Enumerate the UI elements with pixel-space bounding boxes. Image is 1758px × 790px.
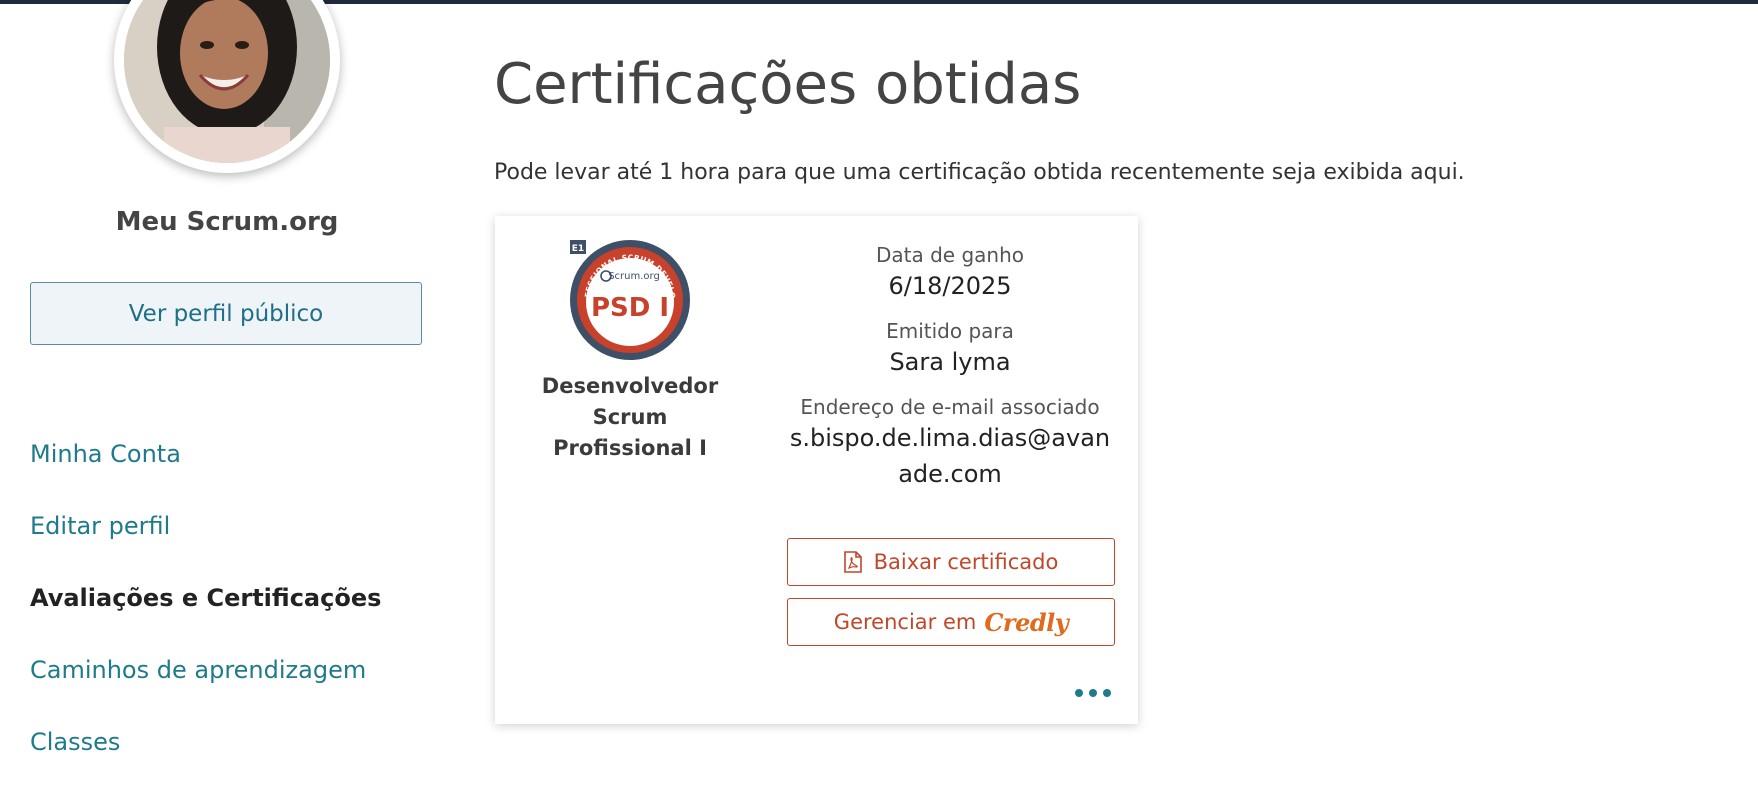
psd-badge: PROFESSIONAL SCRUM DEVELOPER E1 Scrum.or… [568, 238, 690, 360]
email-value: s.bispo.de.lima.dias@avanade.com [789, 424, 1111, 488]
badge-level: E1 [572, 244, 584, 254]
manage-in-label: Gerenciar em [833, 610, 977, 634]
download-certificate-button[interactable]: Baixar certificado [787, 538, 1115, 586]
profile-photo [124, 0, 330, 163]
email-label: Endereço de e-mail associado [800, 395, 1100, 419]
badge-title: PSD I [591, 293, 669, 323]
issued-to-value: Sara lyma [889, 348, 1011, 376]
page-note: Pode levar até 1 hora para que uma certi… [494, 160, 1465, 185]
issued-to-label: Emitido para [886, 319, 1014, 343]
sidebar-item-my-account[interactable]: Minha Conta [30, 430, 430, 502]
earned-date-value: 6/18/2025 [888, 272, 1012, 300]
page-title: Certificações obtidas [494, 52, 1082, 117]
badge-brand: Scrum.org [608, 271, 660, 282]
sidebar-title: Meu Scrum.org [115, 207, 339, 237]
certificate-details: Data de ganho 6/18/2025 Emitido para Sar… [785, 242, 1115, 506]
credly-logo: Credly [984, 607, 1069, 637]
manage-in-credly-button[interactable]: Gerenciar em Credly [787, 598, 1115, 646]
sidebar-item-classes[interactable]: Classes [30, 718, 430, 790]
avatar [114, 0, 340, 173]
earned-date-label: Data de ganho [875, 243, 1024, 267]
certificate-name: Desenvolvedor Scrum Profissional I [541, 374, 719, 460]
certificate-card: PROFESSIONAL SCRUM DEVELOPER E1 Scrum.or… [495, 216, 1138, 724]
sidebar-item-edit-profile[interactable]: Editar perfil [30, 502, 430, 574]
download-certificate-label: Baixar certificado [873, 550, 1059, 574]
sidebar-nav: Minha Conta Editar perfil Avaliações e C… [30, 430, 430, 790]
view-public-profile-button[interactable]: Ver perfil público [30, 282, 422, 345]
sidebar-item-assessments-certifications[interactable]: Avaliações e Certificações [30, 574, 430, 646]
more-options-icon[interactable] [1075, 684, 1111, 702]
sidebar-item-learning-paths[interactable]: Caminhos de aprendizagem [30, 646, 430, 718]
pdf-file-icon [843, 551, 862, 573]
